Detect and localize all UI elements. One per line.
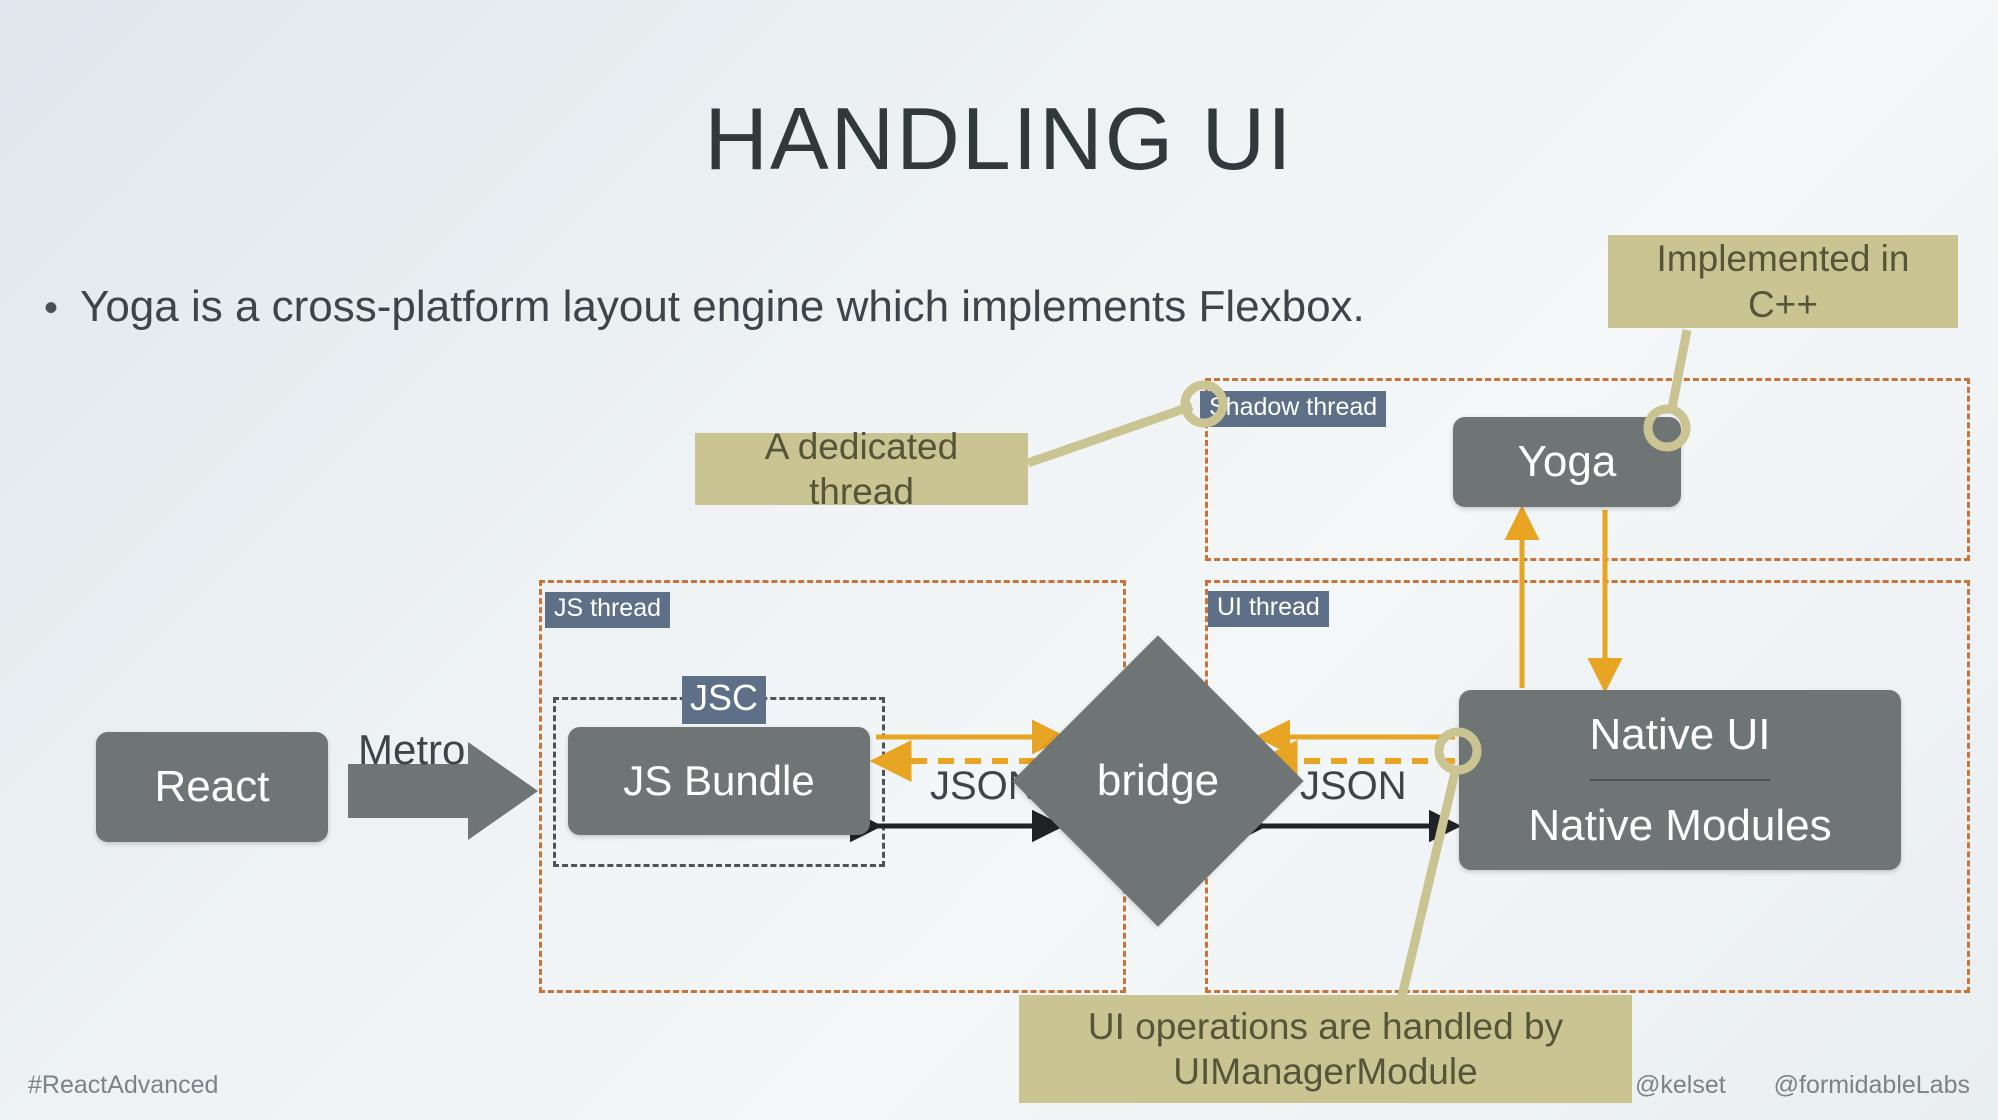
- callout-implemented-in-cpp: Implemented in C++: [1608, 235, 1958, 328]
- node-yoga[interactable]: Yoga: [1453, 417, 1681, 507]
- label-jsc: JSC: [682, 676, 767, 724]
- bullet-item: • Yoga is a cross-platform layout engine…: [44, 282, 1365, 332]
- node-js-bundle[interactable]: JS Bundle: [568, 727, 870, 835]
- edge-label-metro: Metro: [358, 726, 466, 773]
- footer-handle-speaker: @kelset: [1634, 1071, 1726, 1099]
- node-bridge[interactable]: bridge: [1012, 635, 1304, 927]
- bridge-label: bridge: [1096, 756, 1220, 805]
- node-native-modules: Native Modules: [1528, 800, 1832, 850]
- footer-handles: @kelset @formidableLabs: [1635, 1071, 1970, 1100]
- bullet-marker-icon: •: [44, 286, 59, 330]
- node-native-ui: Native UI: [1589, 690, 1771, 781]
- footer-hashtag: #ReactAdvanced: [28, 1071, 219, 1099]
- label-js-thread: JS thread: [545, 592, 671, 628]
- callout-ui-operations: UI operations are handled by UIManagerMo…: [1019, 995, 1632, 1103]
- label-ui-thread: UI thread: [1208, 591, 1329, 627]
- page-title: HANDLING UI: [704, 89, 1294, 188]
- node-react[interactable]: React: [96, 732, 328, 842]
- footer-handle-org: @formidableLabs: [1773, 1071, 1970, 1099]
- node-native-stack[interactable]: Native UI Native Modules: [1459, 690, 1901, 870]
- label-shadow-thread: Shadow thread: [1200, 391, 1387, 427]
- slide-canvas: HANDLING UI • Yoga is a cross-platform l…: [0, 0, 1998, 1120]
- callout-dedicated-thread: A dedicated thread: [695, 426, 1028, 512]
- edge-label-json-right: JSON: [1300, 764, 1407, 808]
- bullet-text: Yoga is a cross-platform layout engine w…: [80, 282, 1365, 331]
